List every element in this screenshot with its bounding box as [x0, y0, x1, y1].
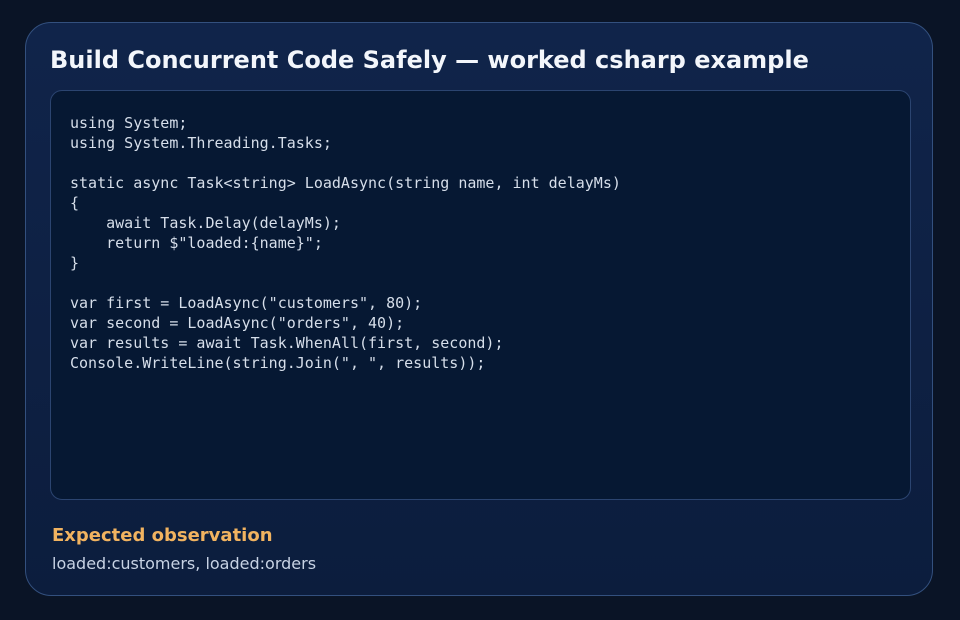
code-line: } [70, 254, 80, 272]
card-title: Build Concurrent Code Safely — worked cs… [50, 46, 809, 74]
code-lines: using System; using System.Threading.Tas… [70, 113, 621, 373]
expected-observation-value: loaded:customers, loaded:orders [52, 554, 317, 573]
code-line: using System.Threading.Tasks; [70, 134, 332, 152]
code-line: return $"loaded:{name}"; [70, 234, 323, 252]
code-line: var first = LoadAsync("customers", 80); [70, 294, 423, 312]
code-line: var results = await Task.WhenAll(first, … [70, 334, 504, 352]
code-line: Console.WriteLine(string.Join(", ", resu… [70, 354, 486, 372]
example-card: Build Concurrent Code Safely — worked cs… [25, 22, 933, 596]
code-line: using System; [70, 114, 188, 132]
code-line: static async Task<string> LoadAsync(stri… [70, 174, 621, 192]
code-line: var second = LoadAsync("orders", 40); [70, 314, 405, 332]
code-line: await Task.Delay(delayMs); [70, 214, 341, 232]
code-block[interactable]: using System; using System.Threading.Tas… [50, 90, 911, 500]
expected-observation-label: Expected observation [52, 525, 273, 546]
code-line: { [70, 194, 80, 212]
